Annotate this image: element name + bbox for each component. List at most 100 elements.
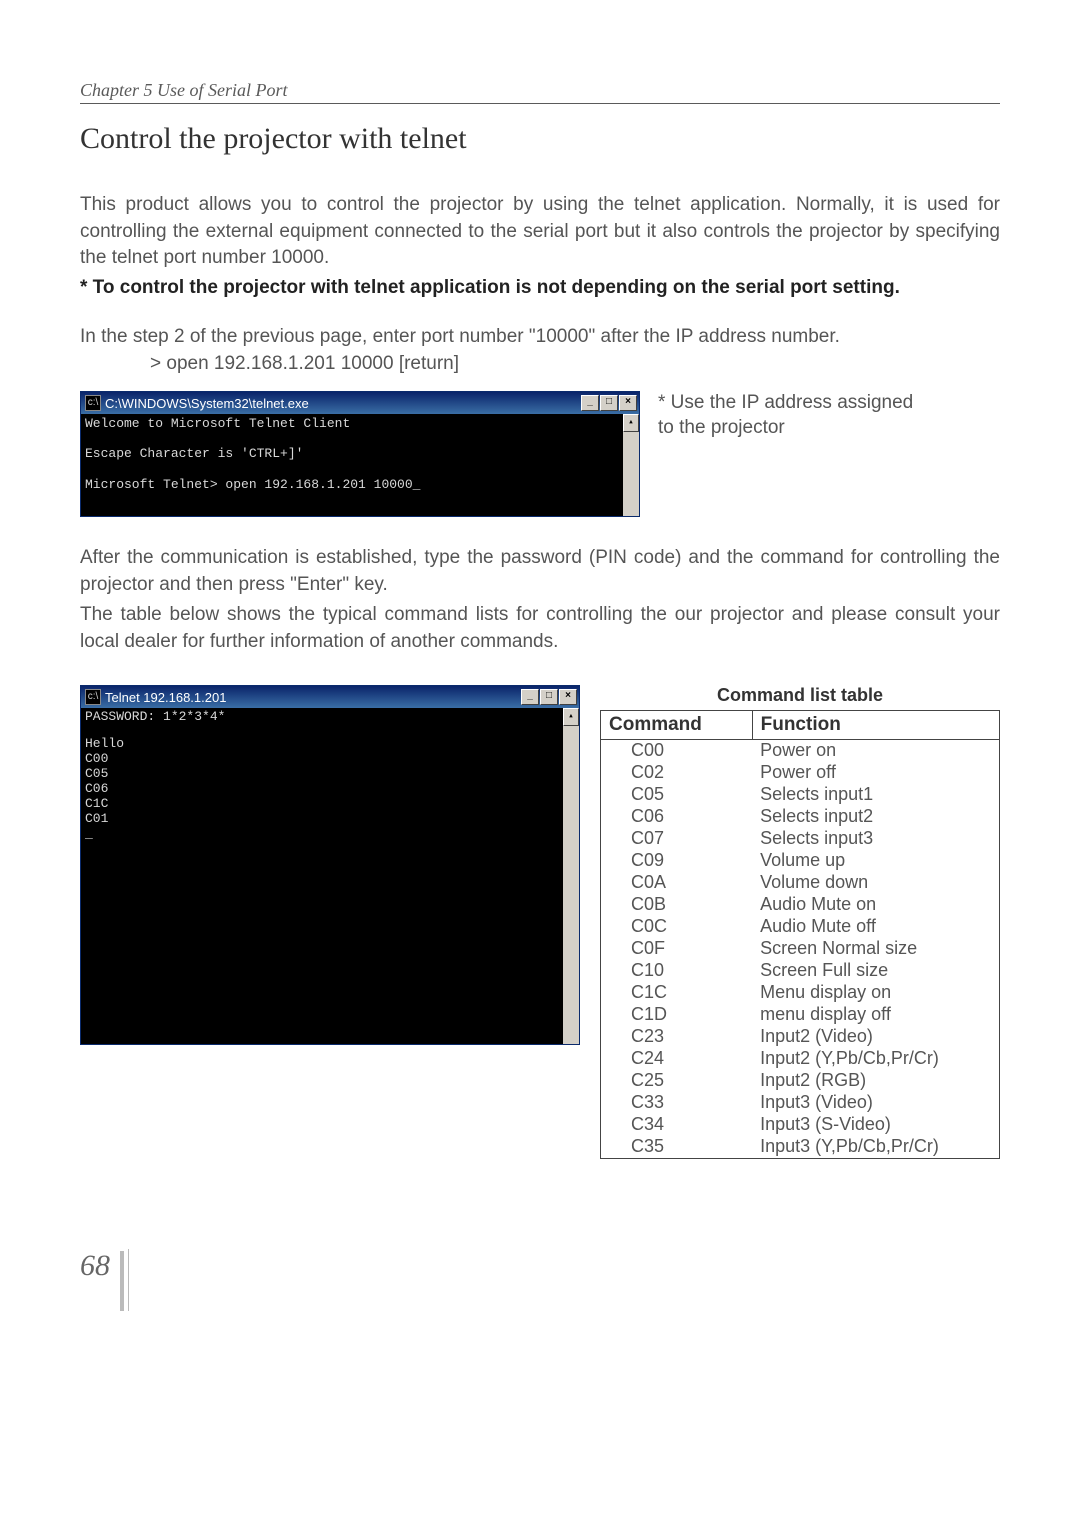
table-row: C02Power off <box>601 762 1000 784</box>
table-row: C0FScreen Normal size <box>601 938 1000 960</box>
scrollbar[interactable]: ▴ <box>563 708 579 1044</box>
table-caption: Command list table <box>600 685 1000 706</box>
cell-function: Volume down <box>752 872 999 894</box>
cell-function: Input3 (Video) <box>752 1092 999 1114</box>
cell-command: C00 <box>601 740 753 762</box>
table-row: C33Input3 (Video) <box>601 1092 1000 1114</box>
cell-command: C0A <box>601 872 753 894</box>
terminal-icon: c:\ <box>85 395 101 411</box>
table-row: C06Selects input2 <box>601 806 1000 828</box>
table-row: C23Input2 (Video) <box>601 1026 1000 1048</box>
cell-function: Audio Mute off <box>752 916 999 938</box>
table-row: C0BAudio Mute on <box>601 894 1000 916</box>
document-page: Chapter 5 Use of Serial Port Control the… <box>0 0 1080 1351</box>
terminal1-body: ▴ Welcome to Microsoft Telnet Client Esc… <box>81 414 639 516</box>
minimize-button[interactable]: _ <box>521 689 539 705</box>
terminal-icon: c:\ <box>85 689 101 705</box>
cell-function: menu display off <box>752 1004 999 1026</box>
maximize-button[interactable]: □ <box>540 689 558 705</box>
cell-command: C25 <box>601 1070 753 1092</box>
terminal2-titlebar: c:\ Telnet 192.168.1.201 _ □ × <box>81 686 579 708</box>
page-number-bar <box>128 1249 129 1311</box>
row-terminal1: c:\ C:\WINDOWS\System32\telnet.exe _ □ ×… <box>80 391 1000 517</box>
cell-command: C34 <box>601 1114 753 1136</box>
cell-command: C09 <box>601 850 753 872</box>
row-terminal2-table: c:\ Telnet 192.168.1.201 _ □ × ▴ PASSWOR… <box>80 685 1000 1158</box>
table-row: C1Dmenu display off <box>601 1004 1000 1026</box>
terminal1-title: C:\WINDOWS\System32\telnet.exe <box>105 396 581 411</box>
terminal-window-1: c:\ C:\WINDOWS\System32\telnet.exe _ □ ×… <box>80 391 640 517</box>
paragraph-after-comm: After the communication is established, … <box>80 545 1000 598</box>
cell-command: C0C <box>601 916 753 938</box>
command-table: Command Function C00Power onC02Power off… <box>600 710 1000 1158</box>
chapter-header: Chapter 5 Use of Serial Port <box>80 80 1000 104</box>
cell-function: Selects input2 <box>752 806 999 828</box>
terminal2-line: C00 <box>85 752 575 767</box>
terminal-window-2: c:\ Telnet 192.168.1.201 _ □ × ▴ PASSWOR… <box>80 685 580 1045</box>
cell-function: Power off <box>752 762 999 784</box>
cell-command: C02 <box>601 762 753 784</box>
cell-function: Input3 (S-Video) <box>752 1114 999 1136</box>
cell-command: C1C <box>601 982 753 1004</box>
cell-function: Selects input1 <box>752 784 999 806</box>
table-row: C09Volume up <box>601 850 1000 872</box>
scroll-up-icon[interactable]: ▴ <box>563 708 579 726</box>
cell-function: Volume up <box>752 850 999 872</box>
cell-command: C1D <box>601 1004 753 1026</box>
table-row: C05Selects input1 <box>601 784 1000 806</box>
terminal2-body: ▴ PASSWORD: 1*2*3*4* Hello C00 C05 C06 C… <box>81 708 579 1044</box>
close-button[interactable]: × <box>619 395 637 411</box>
cell-function: Power on <box>752 740 999 762</box>
table-row: C25Input2 (RGB) <box>601 1070 1000 1092</box>
side-note-ip: * Use the IP address assigned to the pro… <box>658 391 918 440</box>
terminal2-line: C06 <box>85 782 575 797</box>
terminal1-line1: Welcome to Microsoft Telnet Client <box>85 416 635 432</box>
table-row: C34Input3 (S-Video) <box>601 1114 1000 1136</box>
table-row: C00Power on <box>601 740 1000 762</box>
terminal-blank <box>85 432 635 446</box>
cell-command: C0B <box>601 894 753 916</box>
page-number-wrap: 68 <box>80 1249 1000 1311</box>
terminal2-line: _ <box>85 827 575 842</box>
maximize-button[interactable]: □ <box>600 395 618 411</box>
cell-command: C33 <box>601 1092 753 1114</box>
table-row: C10Screen Full size <box>601 960 1000 982</box>
page-number: 68 <box>80 1251 124 1311</box>
minimize-button[interactable]: _ <box>581 395 599 411</box>
terminal1-line2: Escape Character is 'CTRL+]' <box>85 446 635 462</box>
cell-function: Input3 (Y,Pb/Cb,Pr/Cr) <box>752 1136 999 1158</box>
terminal2-line: Hello <box>85 737 575 752</box>
table-row: C35Input3 (Y,Pb/Cb,Pr/Cr) <box>601 1136 1000 1158</box>
th-function: Function <box>752 711 999 740</box>
close-button[interactable]: × <box>559 689 577 705</box>
cell-function: Audio Mute on <box>752 894 999 916</box>
cell-command: C24 <box>601 1048 753 1070</box>
command-example: > open 192.168.1.201 10000 [return] <box>150 353 1000 375</box>
table-row: C0AVolume down <box>601 872 1000 894</box>
section-title: Control the projector with telnet <box>80 122 1000 156</box>
cell-function: Input2 (RGB) <box>752 1070 999 1092</box>
cell-function: Screen Full size <box>752 960 999 982</box>
cell-function: Input2 (Y,Pb/Cb,Pr/Cr) <box>752 1048 999 1070</box>
cell-command: C35 <box>601 1136 753 1158</box>
terminal1-line3: Microsoft Telnet> open 192.168.1.201 100… <box>85 477 635 493</box>
terminal2-line: PASSWORD: 1*2*3*4* <box>85 710 575 725</box>
cell-function: Menu display on <box>752 982 999 1004</box>
table-header-row: Command Function <box>601 711 1000 740</box>
note-bold: * To control the projector with telnet a… <box>80 276 1000 301</box>
scroll-up-icon[interactable]: ▴ <box>623 414 639 432</box>
cell-command: C06 <box>601 806 753 828</box>
cell-command: C10 <box>601 960 753 982</box>
terminal2-line: C1C <box>85 797 575 812</box>
window-buttons: _ □ × <box>581 395 637 411</box>
terminal2-title: Telnet 192.168.1.201 <box>105 690 521 705</box>
step-instruction: In the step 2 of the previous page, ente… <box>80 324 1000 351</box>
table-row: C0CAudio Mute off <box>601 916 1000 938</box>
command-table-wrap: Command list table Command Function C00P… <box>600 685 1000 1158</box>
terminal-blank <box>85 463 635 477</box>
th-command: Command <box>601 711 753 740</box>
cell-function: Input2 (Video) <box>752 1026 999 1048</box>
paragraph-table-intro: The table below shows the typical comman… <box>80 602 1000 655</box>
paragraph-intro: This product allows you to control the p… <box>80 192 1000 272</box>
scrollbar[interactable]: ▴ <box>623 414 639 516</box>
